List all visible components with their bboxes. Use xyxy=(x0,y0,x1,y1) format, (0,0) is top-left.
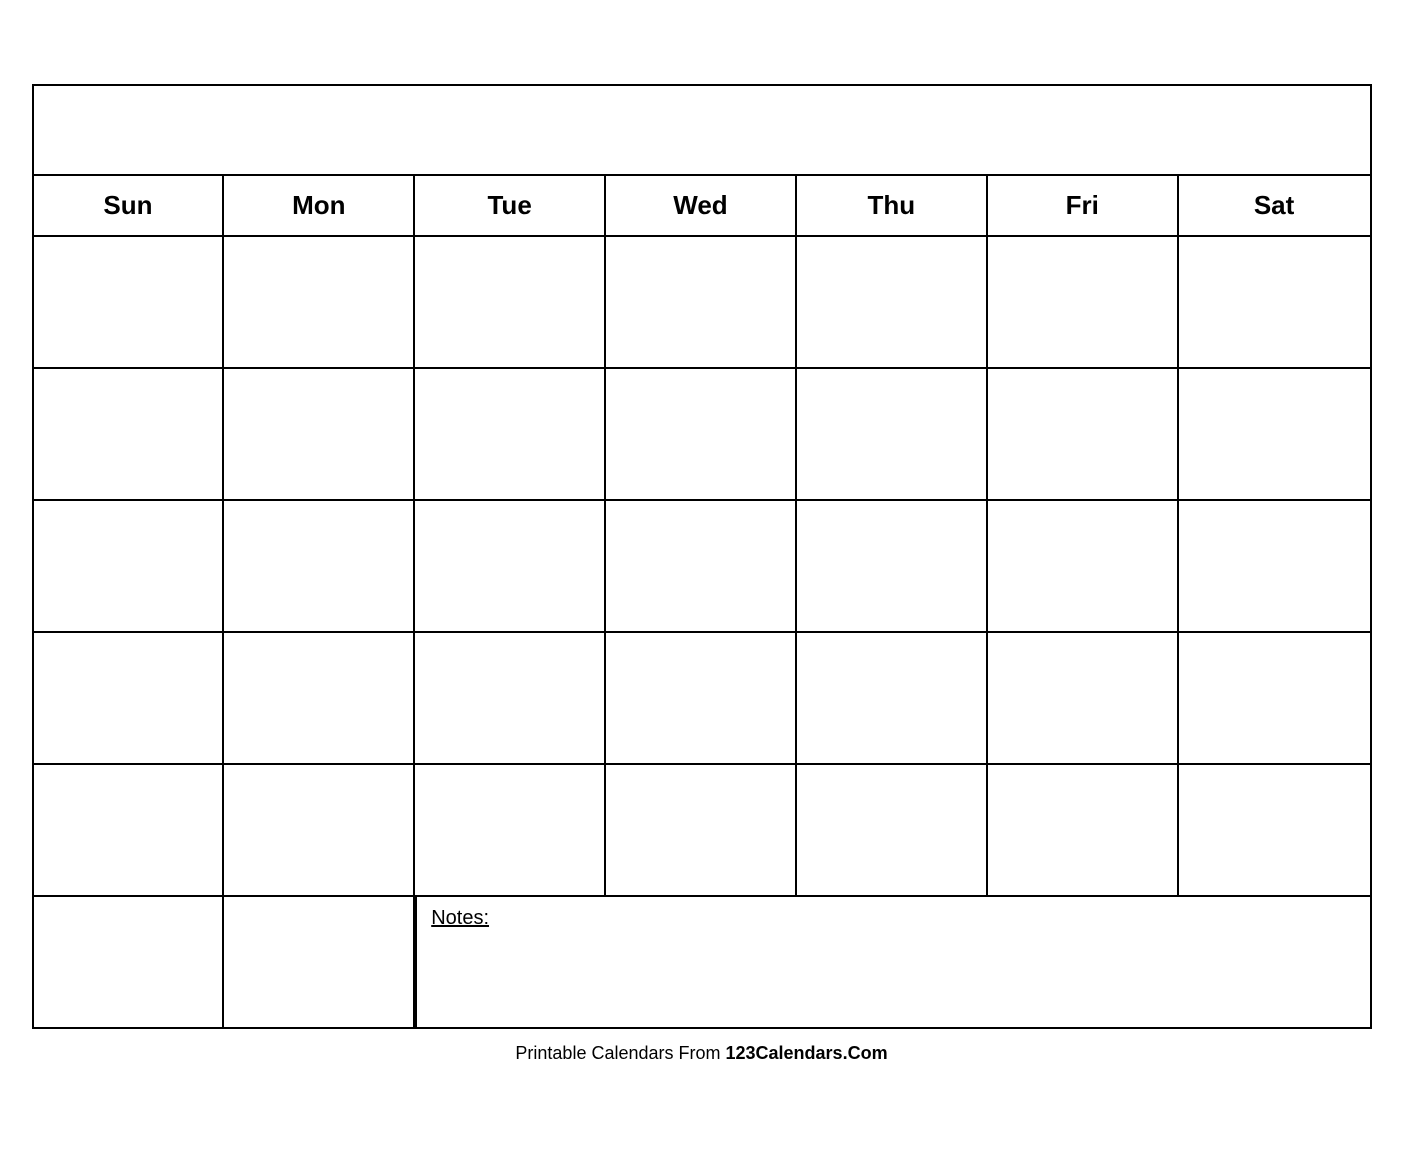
cell-2-6[interactable] xyxy=(988,369,1179,499)
cell-5-5[interactable] xyxy=(797,765,988,895)
footer-text-bold: 123Calendars.Com xyxy=(726,1043,888,1063)
cell-5-4[interactable] xyxy=(606,765,797,895)
cell-2-5[interactable] xyxy=(797,369,988,499)
cell-5-6[interactable] xyxy=(988,765,1179,895)
cell-2-1[interactable] xyxy=(34,369,225,499)
notes-cell-2[interactable] xyxy=(224,897,415,1027)
cell-3-3[interactable] xyxy=(415,501,606,631)
cell-3-1[interactable] xyxy=(34,501,225,631)
header-sun: Sun xyxy=(34,176,225,235)
calendar-container: Sun Mon Tue Wed Thu Fri Sat xyxy=(32,84,1372,1029)
calendar-wrapper: Sun Mon Tue Wed Thu Fri Sat xyxy=(32,84,1372,1070)
header-thu: Thu xyxy=(797,176,988,235)
week-row-4 xyxy=(34,633,1370,765)
cell-5-7[interactable] xyxy=(1179,765,1370,895)
notes-content-area: Notes: xyxy=(415,897,1369,1027)
cell-1-5[interactable] xyxy=(797,237,988,367)
cell-4-1[interactable] xyxy=(34,633,225,763)
cell-4-5[interactable] xyxy=(797,633,988,763)
cell-2-2[interactable] xyxy=(224,369,415,499)
cell-4-3[interactable] xyxy=(415,633,606,763)
cell-1-7[interactable] xyxy=(1179,237,1370,367)
cell-4-6[interactable] xyxy=(988,633,1179,763)
cell-5-1[interactable] xyxy=(34,765,225,895)
cell-3-6[interactable] xyxy=(988,501,1179,631)
header-mon: Mon xyxy=(224,176,415,235)
header-sat: Sat xyxy=(1179,176,1370,235)
cell-2-4[interactable] xyxy=(606,369,797,499)
cell-3-5[interactable] xyxy=(797,501,988,631)
footer: Printable Calendars From 123Calendars.Co… xyxy=(32,1029,1372,1070)
notes-cell-1[interactable] xyxy=(34,897,225,1027)
notes-row: Notes: xyxy=(34,897,1370,1027)
week-row-2 xyxy=(34,369,1370,501)
cell-3-7[interactable] xyxy=(1179,501,1370,631)
cell-1-3[interactable] xyxy=(415,237,606,367)
cell-5-3[interactable] xyxy=(415,765,606,895)
week-row-5 xyxy=(34,765,1370,897)
week-row-3 xyxy=(34,501,1370,633)
calendar-title-row xyxy=(34,86,1370,176)
header-wed: Wed xyxy=(606,176,797,235)
cell-1-6[interactable] xyxy=(988,237,1179,367)
cell-4-7[interactable] xyxy=(1179,633,1370,763)
cell-2-7[interactable] xyxy=(1179,369,1370,499)
header-fri: Fri xyxy=(988,176,1179,235)
notes-label: Notes: xyxy=(431,907,489,929)
cell-1-2[interactable] xyxy=(224,237,415,367)
calendar-body: Notes: xyxy=(34,237,1370,1027)
cell-2-3[interactable] xyxy=(415,369,606,499)
cell-4-2[interactable] xyxy=(224,633,415,763)
cell-5-2[interactable] xyxy=(224,765,415,895)
cell-3-2[interactable] xyxy=(224,501,415,631)
cell-1-4[interactable] xyxy=(606,237,797,367)
calendar-header: Sun Mon Tue Wed Thu Fri Sat xyxy=(34,176,1370,237)
cell-1-1[interactable] xyxy=(34,237,225,367)
footer-text-normal: Printable Calendars From xyxy=(515,1043,725,1063)
week-row-1 xyxy=(34,237,1370,369)
header-tue: Tue xyxy=(415,176,606,235)
cell-4-4[interactable] xyxy=(606,633,797,763)
cell-3-4[interactable] xyxy=(606,501,797,631)
